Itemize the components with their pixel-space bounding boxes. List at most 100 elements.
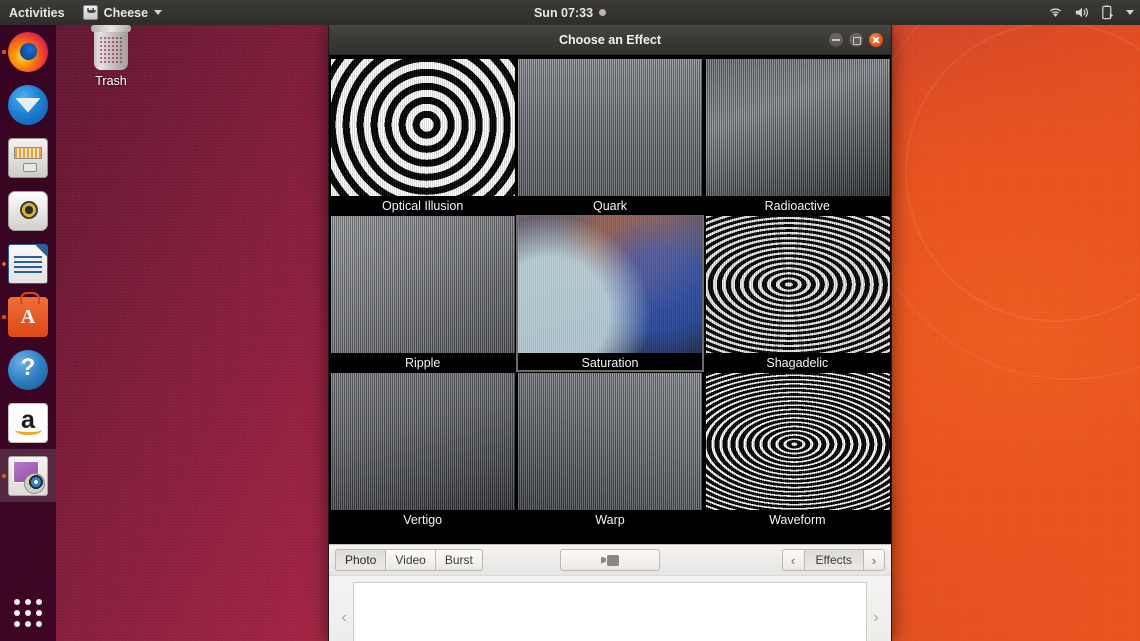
effect-cell-shagadelic[interactable]: Shagadelic: [704, 215, 891, 372]
minimize-button[interactable]: [829, 33, 843, 47]
system-tray[interactable]: [1048, 0, 1134, 25]
effect-cell-ripple[interactable]: Ripple: [329, 215, 516, 372]
mode-button-photo[interactable]: Photo: [335, 549, 385, 571]
effect-preview-image: [706, 373, 890, 510]
libreoffice-writer-icon: [8, 244, 48, 284]
effect-label: Radioactive: [704, 199, 891, 213]
effect-label: Waveform: [704, 513, 891, 527]
chevron-down-icon[interactable]: [1126, 10, 1134, 15]
effect-cell-saturation[interactable]: Saturation: [516, 215, 703, 372]
effect-cell-vertigo[interactable]: Vertigo: [329, 372, 516, 529]
scanline-overlay: [518, 373, 702, 510]
thunderbird-icon: [8, 85, 48, 125]
rhythmbox-icon: [8, 191, 48, 231]
effects-row: Optical IllusionQuarkRadioactive: [329, 58, 891, 215]
effect-label: Shagadelic: [704, 356, 891, 370]
clock-label: Sun 07:33: [534, 6, 593, 20]
scanline-overlay: [518, 216, 702, 353]
amazon-icon: [8, 403, 48, 443]
app-menu-cheese[interactable]: Cheese: [75, 0, 170, 25]
effects-prev-button[interactable]: ‹: [782, 549, 804, 571]
help-icon: [8, 350, 48, 390]
window-title: Choose an Effect: [559, 33, 661, 47]
bottom-toolbar: PhotoVideoBurst ‹ Effects ›: [329, 544, 891, 575]
dock-item-help[interactable]: [0, 343, 56, 396]
effect-label: Quark: [516, 199, 703, 213]
effect-label: Optical Illusion: [329, 199, 516, 213]
effects-grid: Optical IllusionQuarkRadioactiveRippleSa…: [329, 55, 891, 544]
cheese-icon: [8, 456, 48, 496]
effect-label: Warp: [516, 513, 703, 527]
window-titlebar[interactable]: Choose an Effect: [329, 25, 891, 55]
scanline-overlay: [331, 216, 515, 353]
cheese-icon: [83, 5, 98, 20]
dock-item-cheese[interactable]: [0, 449, 56, 502]
effect-cell-warp[interactable]: Warp: [516, 372, 703, 529]
launcher-dock: [0, 25, 56, 641]
show-applications-button[interactable]: [0, 589, 56, 637]
desktop-icon-trash[interactable]: Trash: [80, 30, 142, 88]
volume-icon: [1074, 5, 1089, 20]
dock-item-files[interactable]: [0, 131, 56, 184]
wallpaper-watermark: [860, 0, 1140, 380]
effects-next-button[interactable]: ›: [863, 549, 885, 571]
running-indicator-dot: [2, 474, 6, 478]
effect-preview-image: [331, 216, 515, 353]
running-indicator-dot: [2, 315, 6, 319]
mode-button-burst[interactable]: Burst: [435, 549, 483, 571]
ubuntu-software-icon: [8, 297, 48, 337]
effect-preview-image: [331, 59, 515, 196]
effects-row: VertigoWarpWaveform: [329, 372, 891, 529]
notification-dot-icon: [599, 9, 606, 16]
scanline-overlay: [518, 59, 702, 196]
effect-preview-image: [518, 59, 702, 196]
capture-mode-selector[interactable]: PhotoVideoBurst: [335, 549, 483, 571]
effect-cell-waveform[interactable]: Waveform: [704, 372, 891, 529]
effect-cell-radioactive[interactable]: Radioactive: [704, 58, 891, 215]
window-controls: [829, 25, 883, 55]
trash-label: Trash: [95, 74, 127, 88]
effect-preview-image: [518, 373, 702, 510]
files-icon: [8, 138, 48, 178]
effects-nav: ‹ Effects ›: [782, 549, 885, 571]
capture-button[interactable]: [560, 549, 660, 571]
activities-button[interactable]: Activities: [0, 0, 75, 25]
wifi-icon: [1048, 5, 1063, 20]
thumbnail-strip: ‹ ›: [329, 575, 891, 641]
running-indicator-dot: [2, 262, 6, 266]
dock-item-ubuntu-software[interactable]: [0, 290, 56, 343]
effect-cell-optical-illusion[interactable]: Optical Illusion: [329, 58, 516, 215]
close-button[interactable]: [869, 33, 883, 47]
scanline-overlay: [331, 373, 515, 510]
running-indicator-dot: [2, 50, 6, 54]
scanline-overlay: [706, 373, 890, 510]
dock-item-rhythmbox[interactable]: [0, 184, 56, 237]
activities-label: Activities: [9, 6, 65, 20]
effects-row: RippleSaturationShagadelic: [329, 215, 891, 372]
dock-item-amazon[interactable]: [0, 396, 56, 449]
chevron-down-icon: [154, 10, 162, 15]
dock-item-thunderbird-mail[interactable]: [0, 78, 56, 131]
thumbstrip-list[interactable]: [353, 582, 867, 641]
thumbstrip-next-button[interactable]: ›: [867, 609, 885, 627]
dock-item-libreoffice-writer[interactable]: [0, 237, 56, 290]
effect-preview-image: [331, 373, 515, 510]
scanline-overlay: [706, 59, 890, 196]
battery-icon: [1100, 5, 1115, 20]
top-bar: Activities Cheese Sun 07:33: [0, 0, 1140, 25]
effect-preview-image: [706, 59, 890, 196]
grid-icon: [14, 599, 42, 627]
maximize-button[interactable]: [849, 33, 863, 47]
thumbstrip-prev-button[interactable]: ‹: [335, 609, 353, 627]
dock-item-firefox-web-browser[interactable]: [0, 25, 56, 78]
effect-label: Ripple: [329, 356, 516, 370]
effect-label: Vertigo: [329, 513, 516, 527]
video-camera-icon: [601, 555, 619, 566]
effect-preview-image: [706, 216, 890, 353]
effect-preview-image: [518, 216, 702, 353]
effects-toggle-button[interactable]: Effects: [804, 549, 863, 571]
firefox-icon: [8, 32, 48, 72]
mode-button-video[interactable]: Video: [385, 549, 434, 571]
clock-area: Sun 07:33: [0, 0, 1140, 25]
effect-cell-quark[interactable]: Quark: [516, 58, 703, 215]
